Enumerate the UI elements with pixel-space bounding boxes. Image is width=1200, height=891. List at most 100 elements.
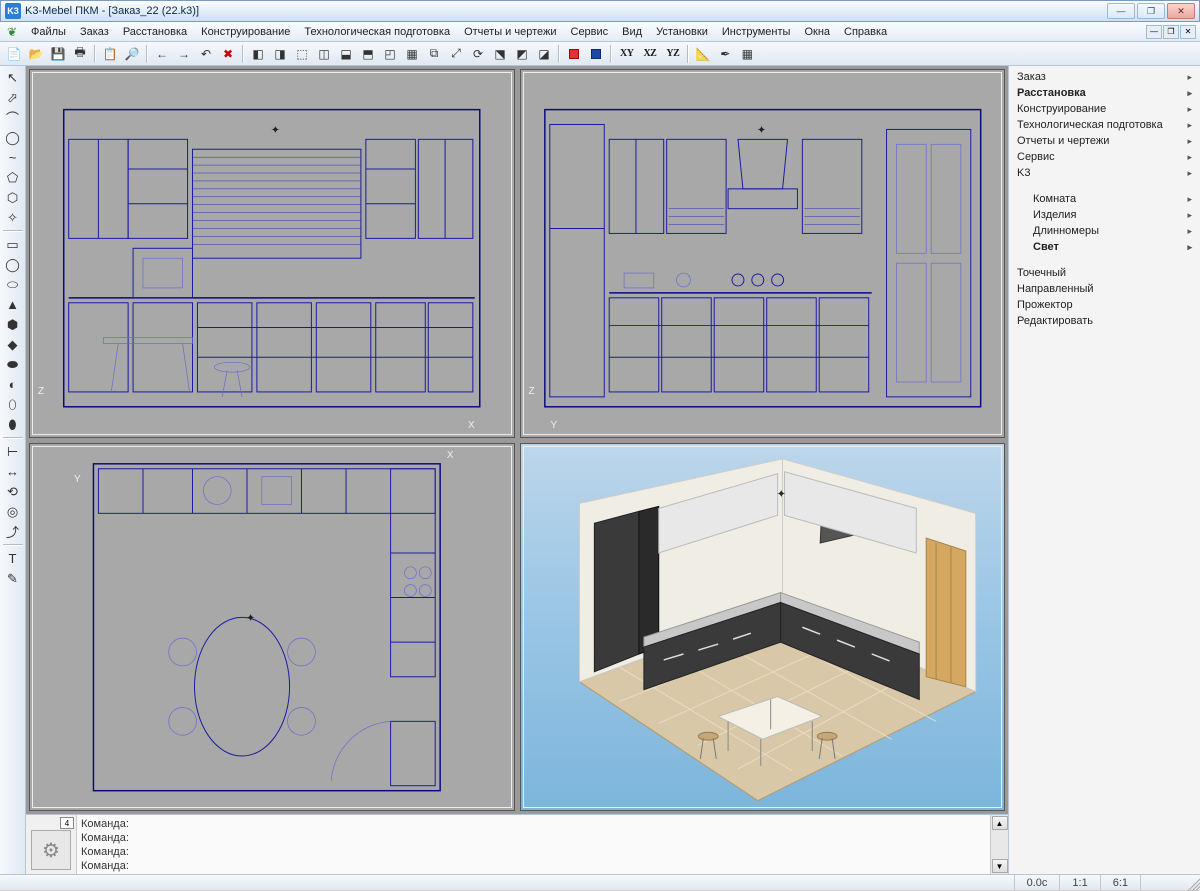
menu-files[interactable]: Файлы	[24, 24, 73, 40]
ltool-spline-icon[interactable]: ~	[3, 148, 23, 167]
sp-service[interactable]: Сервис▸	[1009, 149, 1200, 165]
ltool-dim-icon[interactable]: ⊢	[3, 442, 23, 461]
ltool-box-icon[interactable]: ▭	[3, 235, 23, 254]
sp-point-light[interactable]: Точечный	[1009, 265, 1200, 281]
ltool-star-icon[interactable]: ✧	[3, 208, 23, 227]
tool-misc-2-icon[interactable]: ✒	[715, 44, 735, 64]
window-maximize-button[interactable]: ❐	[1137, 3, 1165, 19]
ltool-cone-icon[interactable]: ▲	[3, 295, 23, 314]
tool-layout-10-icon[interactable]: ⤢	[446, 44, 466, 64]
tool-layout-2-icon[interactable]: ◨	[270, 44, 290, 64]
viewport-front[interactable]: ✦ X Z	[29, 69, 515, 438]
menu-settings[interactable]: Установки	[649, 24, 715, 40]
tool-layout-9-icon[interactable]: ⧉	[424, 44, 444, 64]
tool-new-icon[interactable]: 📄	[4, 44, 24, 64]
sp-k3[interactable]: K3▸	[1009, 165, 1200, 181]
menu-help[interactable]: Справка	[837, 24, 894, 40]
ltool-edit-icon[interactable]: ✎	[3, 569, 23, 588]
sp-products[interactable]: Изделия▸	[1009, 207, 1200, 223]
ltool-hemi-icon[interactable]: ◐	[3, 375, 23, 394]
viewport-side[interactable]: ✦ Y Z	[520, 69, 1006, 438]
ltool-blob-icon[interactable]: ⬮	[3, 415, 23, 434]
tool-layout-7-icon[interactable]: ◰	[380, 44, 400, 64]
ltool-arc-icon[interactable]: ⌒	[3, 108, 23, 127]
tool-print-icon[interactable]: 🖶	[70, 44, 90, 64]
ltool-poly-icon[interactable]: ⬠	[3, 168, 23, 187]
command-scrollbar[interactable]: ▲ ▼	[990, 815, 1008, 874]
tool-misc-3-icon[interactable]: ▦	[737, 44, 757, 64]
mdi-minimize-button[interactable]: —	[1146, 25, 1162, 39]
tool-color-blue[interactable]	[586, 44, 606, 64]
menu-order[interactable]: Заказ	[73, 24, 116, 40]
ltool-diamond-icon[interactable]: ◆	[3, 335, 23, 354]
sp-tech-prep[interactable]: Технологическая подготовка▸	[1009, 117, 1200, 133]
mdi-close-button[interactable]: ✕	[1180, 25, 1196, 39]
tool-layout-11-icon[interactable]: ⟳	[468, 44, 488, 64]
tool-layout-3-icon[interactable]: ⬚	[292, 44, 312, 64]
sp-order[interactable]: Заказ▸	[1009, 69, 1200, 85]
window-minimize-button[interactable]: —	[1107, 3, 1135, 19]
viewport-top[interactable]: ✦ X Y	[29, 443, 515, 812]
tool-layout-6-icon[interactable]: ⬒	[358, 44, 378, 64]
ltool-ellipsoid-icon[interactable]: ⬭	[3, 275, 23, 294]
sp-edit-light[interactable]: Редактировать	[1009, 313, 1200, 329]
sp-construction[interactable]: Конструирование▸	[1009, 101, 1200, 117]
sp-directional-light[interactable]: Направленный	[1009, 281, 1200, 297]
sp-spotlight[interactable]: Прожектор	[1009, 297, 1200, 313]
mdi-restore-button[interactable]: ❐	[1163, 25, 1179, 39]
viewport-perspective[interactable]: ✦	[520, 443, 1006, 812]
tool-back-icon[interactable]: ←	[152, 44, 172, 64]
tool-zoom-icon[interactable]: 🔎	[122, 44, 142, 64]
sp-room[interactable]: Комната▸	[1009, 191, 1200, 207]
menu-windows[interactable]: Окна	[797, 24, 837, 40]
ltool-hex-icon[interactable]: ⬡	[3, 188, 23, 207]
menu-view[interactable]: Вид	[615, 24, 649, 40]
menu-construction[interactable]: Конструирование	[194, 24, 297, 40]
tool-layout-12-icon[interactable]: ⬔	[490, 44, 510, 64]
menu-tools[interactable]: Инструменты	[715, 24, 798, 40]
tool-layout-8-icon[interactable]: ▦	[402, 44, 422, 64]
tool-color-red[interactable]	[564, 44, 584, 64]
tool-undo-icon[interactable]: ↶	[196, 44, 216, 64]
tool-cancel-icon[interactable]: ✖	[218, 44, 238, 64]
ltool-circle-icon[interactable]: ◯	[3, 128, 23, 147]
command-line[interactable]: Команда:	[81, 831, 986, 845]
ltool-rotate-icon[interactable]: ⟲	[3, 482, 23, 501]
window-close-button[interactable]: ✕	[1167, 3, 1195, 19]
menu-service[interactable]: Сервис	[564, 24, 616, 40]
ltool-line-icon[interactable]: ⬀	[3, 88, 23, 107]
tool-open-icon[interactable]: 📂	[26, 44, 46, 64]
scroll-down-icon[interactable]: ▼	[992, 859, 1008, 873]
ltool-select-icon[interactable]: ↖	[3, 68, 23, 87]
menu-reports[interactable]: Отчеты и чертежи	[457, 24, 563, 40]
command-line[interactable]: Команда:	[81, 817, 986, 831]
menu-tech-prep[interactable]: Технологическая подготовка	[297, 24, 457, 40]
ltool-cylinder-icon[interactable]: ◯	[3, 255, 23, 274]
resize-grip-icon[interactable]	[1184, 875, 1200, 891]
command-line[interactable]: Команда:	[81, 845, 986, 859]
tool-paste-icon[interactable]: 📋	[100, 44, 120, 64]
tool-axis-xy[interactable]: XY	[616, 44, 637, 64]
tool-axis-xz[interactable]: XZ	[639, 44, 660, 64]
sp-reports[interactable]: Отчеты и чертежи▸	[1009, 133, 1200, 149]
tool-save-icon[interactable]: 💾	[48, 44, 68, 64]
tool-fwd-icon[interactable]: →	[174, 44, 194, 64]
tool-layout-5-icon[interactable]: ⬓	[336, 44, 356, 64]
sp-arrangement[interactable]: Расстановка▸	[1009, 85, 1200, 101]
ltool-prism-icon[interactable]: ⬢	[3, 315, 23, 334]
scroll-up-icon[interactable]: ▲	[992, 816, 1008, 830]
tool-misc-1-icon[interactable]: 📐	[693, 44, 713, 64]
tool-layout-1-icon[interactable]: ◧	[248, 44, 268, 64]
command-line[interactable]: Команда:	[81, 859, 986, 873]
ltool-extrude-icon[interactable]: ⤴	[3, 522, 23, 541]
ltool-sphere-icon[interactable]: ⬬	[3, 355, 23, 374]
ltool-move-icon[interactable]: ↔	[3, 462, 23, 481]
tool-axis-yz[interactable]: YZ	[662, 44, 683, 64]
tool-layout-14-icon[interactable]: ◪	[534, 44, 554, 64]
ltool-target-icon[interactable]: ◎	[3, 502, 23, 521]
menu-arrangement[interactable]: Расстановка	[116, 24, 194, 40]
tool-layout-4-icon[interactable]: ◫	[314, 44, 334, 64]
ltool-text-icon[interactable]: T	[3, 549, 23, 568]
tool-layout-13-icon[interactable]: ◩	[512, 44, 532, 64]
sp-light[interactable]: Свет▸	[1009, 239, 1200, 255]
